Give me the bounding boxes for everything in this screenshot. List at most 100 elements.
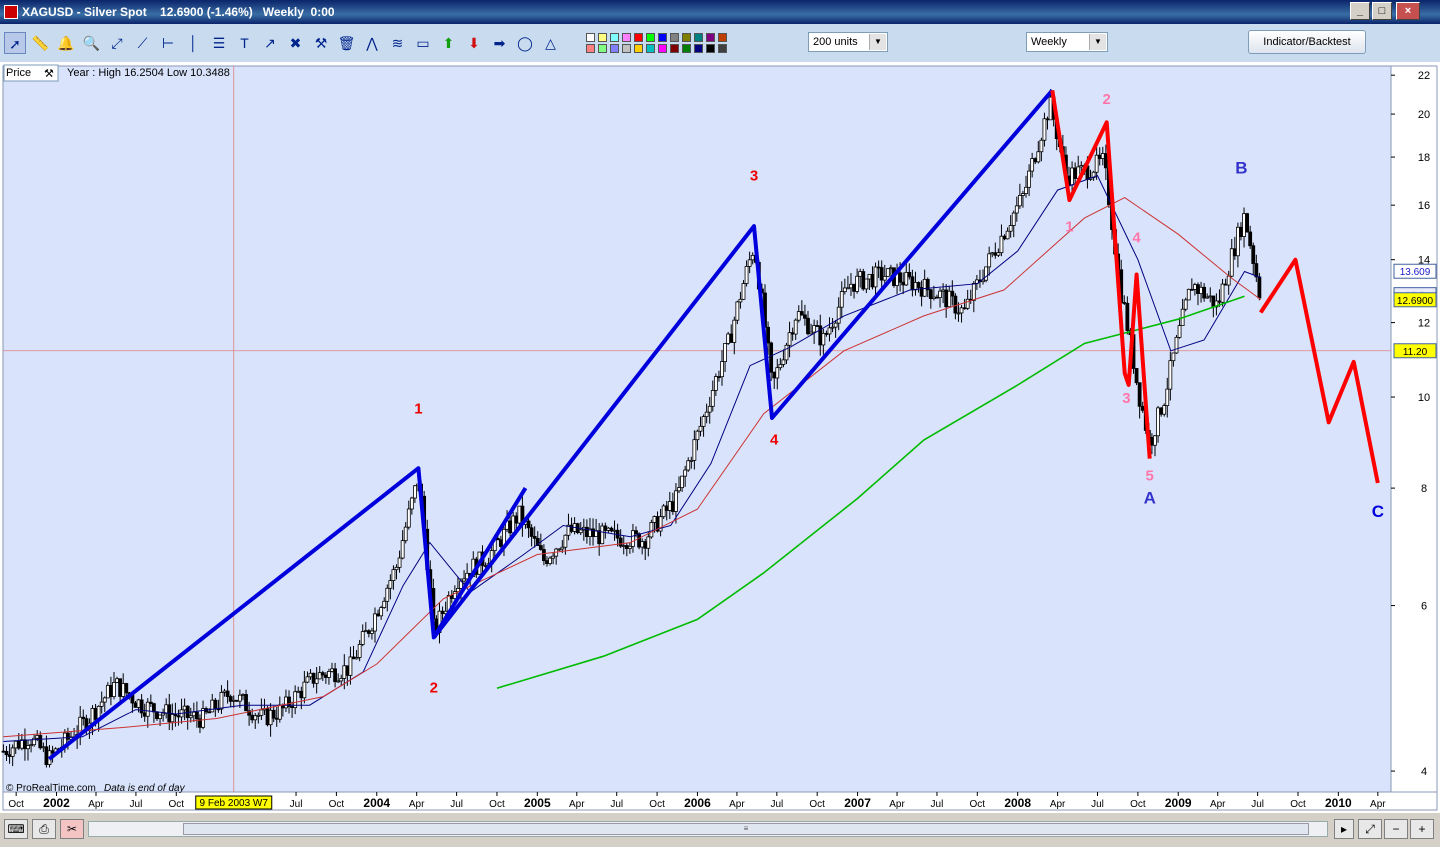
color-swatch[interactable] — [622, 44, 631, 53]
color-swatch[interactable] — [718, 33, 727, 42]
x-tick-label: Oct — [649, 799, 665, 810]
rectangle-icon[interactable]: ▭ — [412, 32, 434, 54]
last-price-tag-text: 12.6900 — [1397, 296, 1434, 307]
color-swatch[interactable] — [610, 33, 619, 42]
price-bar-body — [1196, 284, 1200, 294]
print-icon[interactable]: ⎙ — [32, 819, 56, 839]
price-bar-body — [677, 487, 681, 492]
close-button[interactable]: × — [1396, 2, 1420, 20]
price-bar-body — [772, 371, 777, 379]
color-swatch[interactable] — [694, 44, 703, 53]
color-swatch[interactable] — [718, 44, 727, 53]
zoom-in-icon[interactable]: + — [1410, 819, 1434, 839]
up-arrow-icon[interactable]: ⬆ — [438, 32, 460, 54]
price-bar-body — [299, 690, 304, 699]
arrow-diagonal-icon[interactable]: ↗ — [259, 32, 281, 54]
color-swatch[interactable] — [658, 44, 667, 53]
trend-line-icon[interactable]: ⤢ — [106, 32, 128, 54]
price-bar-body — [219, 691, 224, 710]
color-swatch[interactable] — [634, 44, 643, 53]
price-bar-body — [207, 711, 212, 714]
crosshair-off-icon[interactable]: ✂ — [60, 819, 84, 839]
price-bar-body — [118, 678, 123, 697]
y-tick-label: 8 — [1421, 483, 1427, 495]
scrollbar-thumb[interactable]: ≡ — [183, 823, 1309, 835]
color-swatch[interactable] — [706, 44, 715, 53]
scroll-end-icon[interactable]: ▸ — [1334, 819, 1354, 839]
color-swatch[interactable] — [622, 33, 631, 42]
price-bar-body — [713, 376, 718, 391]
indicator-backtest-button[interactable]: Indicator/Backtest — [1248, 30, 1366, 54]
cursor-icon[interactable]: ➚ — [4, 32, 26, 54]
fibonacci-icon[interactable]: ☰ — [208, 32, 230, 54]
color-swatch[interactable] — [634, 33, 643, 42]
color-swatch[interactable] — [670, 33, 679, 42]
maximize-button[interactable]: □ — [1372, 2, 1392, 20]
x-tick-label: Oct — [809, 799, 825, 810]
minimize-button[interactable]: _ — [1350, 2, 1370, 20]
right-arrow-icon[interactable]: ➡ — [489, 32, 511, 54]
price-bar-body — [1257, 276, 1262, 299]
x-tick-label: 2008 — [1004, 796, 1031, 810]
zigzag-icon[interactable]: ⋀ — [361, 32, 383, 54]
price-bar-body — [284, 696, 288, 709]
text-icon[interactable]: T — [234, 32, 256, 54]
price-bar-body — [799, 311, 804, 316]
price-bar-body — [578, 529, 583, 534]
chart-canvas[interactable]: 46810121416182022Oct 2002 Apr Jul Oct Jul Oct 2… — [0, 62, 1440, 812]
color-swatch[interactable] — [682, 44, 691, 53]
trash-icon[interactable]: 🗑 — [336, 32, 358, 54]
vertical-line-icon[interactable]: │ — [183, 32, 205, 54]
price-bar-body — [1217, 300, 1222, 303]
horizontal-line-icon[interactable]: ⊢ — [157, 32, 179, 54]
price-bar-body — [10, 747, 15, 757]
color-palette[interactable] — [586, 32, 734, 56]
triangle-icon[interactable]: △ — [540, 32, 562, 54]
line-icon[interactable]: ⟋ — [132, 32, 154, 54]
price-bar-body — [201, 708, 205, 728]
year-high-low-info: Year : High 16.2504 Low 10.3488 — [67, 67, 230, 79]
horizontal-scrollbar[interactable]: ≡ — [88, 821, 1328, 837]
price-bar-body — [1079, 165, 1084, 168]
price-chart[interactable]: 4 6 8 10 12 14 16 18 20 22 Oct 2002 Apr Jul Oct Jul Oct 2… — [0, 62, 1440, 812]
color-swatch[interactable] — [598, 33, 607, 42]
color-swatch[interactable] — [586, 44, 595, 53]
color-swatch[interactable] — [598, 44, 607, 53]
channel-icon[interactable]: ≋ — [387, 32, 409, 54]
hammer-icon[interactable]: ⚒ — [310, 32, 332, 54]
price-bar-body — [1168, 360, 1173, 390]
zoom-out-icon[interactable]: − — [1384, 819, 1408, 839]
units-select[interactable]: 200 units ▼ — [808, 32, 888, 52]
color-swatch[interactable] — [610, 44, 619, 53]
x-tick-label: Apr — [1210, 799, 1226, 810]
price-bar-body — [173, 714, 178, 717]
color-swatch[interactable] — [670, 44, 679, 53]
color-swatch[interactable] — [646, 44, 655, 53]
price-bar-body — [1153, 435, 1157, 446]
down-arrow-icon[interactable]: ⬇ — [463, 32, 485, 54]
price-bar-body — [744, 266, 749, 284]
price-bar-body — [529, 527, 534, 537]
zoom-fit-icon[interactable]: ⤢ — [1358, 819, 1382, 839]
price-bar-body — [526, 520, 531, 529]
chevron-down-icon[interactable]: ▼ — [1089, 34, 1106, 50]
price-bar-body — [188, 715, 193, 719]
color-swatch[interactable] — [682, 33, 691, 42]
chevron-down-icon[interactable]: ▼ — [869, 34, 886, 50]
price-bar-body — [1159, 407, 1164, 415]
ruler-icon[interactable]: 📏 — [30, 32, 52, 54]
keyboard-icon[interactable]: ⌨ — [4, 819, 28, 839]
period-select[interactable]: Weekly ▼ — [1026, 32, 1108, 52]
price-bar-body — [376, 613, 380, 617]
ellipse-icon[interactable]: ◯ — [514, 32, 536, 54]
tools-icon[interactable]: ✖ — [285, 32, 307, 54]
color-swatch[interactable] — [586, 33, 595, 42]
color-swatch[interactable] — [658, 33, 667, 42]
color-swatch[interactable] — [646, 33, 655, 42]
zoom-icon[interactable]: 🔍 — [81, 32, 103, 54]
y-tick-label: 10 — [1418, 392, 1430, 404]
color-swatch[interactable] — [694, 33, 703, 42]
color-swatch[interactable] — [706, 33, 715, 42]
price-bar-body — [308, 672, 313, 678]
alarm-bell-icon[interactable]: 🔔 — [55, 32, 77, 54]
